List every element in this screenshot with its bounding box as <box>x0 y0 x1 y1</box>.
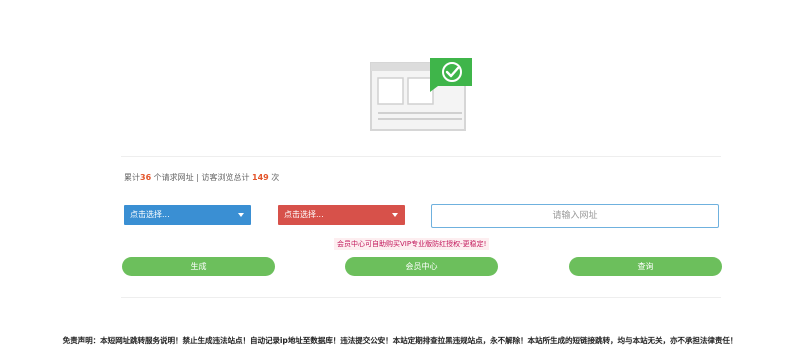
visit-count: 149 <box>252 173 269 182</box>
generate-button[interactable]: 生成 <box>122 257 275 276</box>
domain-select[interactable]: 点击选择... <box>124 205 251 225</box>
stats-prefix: 累计 <box>124 173 140 182</box>
stats-request-label: 个请求网址 | 访客浏览总计 <box>151 173 253 182</box>
chevron-down-icon <box>238 213 244 217</box>
domain-select-value: 点击选择... <box>130 210 170 219</box>
member-center-button[interactable]: 会员中心 <box>345 257 498 276</box>
stats-suffix: 次 <box>268 173 280 182</box>
promo-notice: 会员中心可自助购买VIP专业版防红授权-更稳定! <box>334 238 490 250</box>
type-select[interactable]: 点击选择... <box>278 205 405 225</box>
disclaimer: 免责声明：本短网址跳转服务说明！禁止生成违法站点！自动记录ip地址至数据库！违法… <box>62 336 738 345</box>
visit-stats: 累计36 个请求网址 | 访客浏览总计 149 次 <box>124 172 279 183</box>
divider <box>121 297 721 298</box>
divider <box>121 156 721 157</box>
chevron-down-icon <box>392 213 398 217</box>
query-button[interactable]: 查询 <box>569 257 722 276</box>
request-count: 36 <box>140 173 152 182</box>
type-select-value: 点击选择... <box>284 210 324 219</box>
browser-window-checkmark-icon <box>370 58 472 131</box>
url-input[interactable] <box>431 204 719 228</box>
